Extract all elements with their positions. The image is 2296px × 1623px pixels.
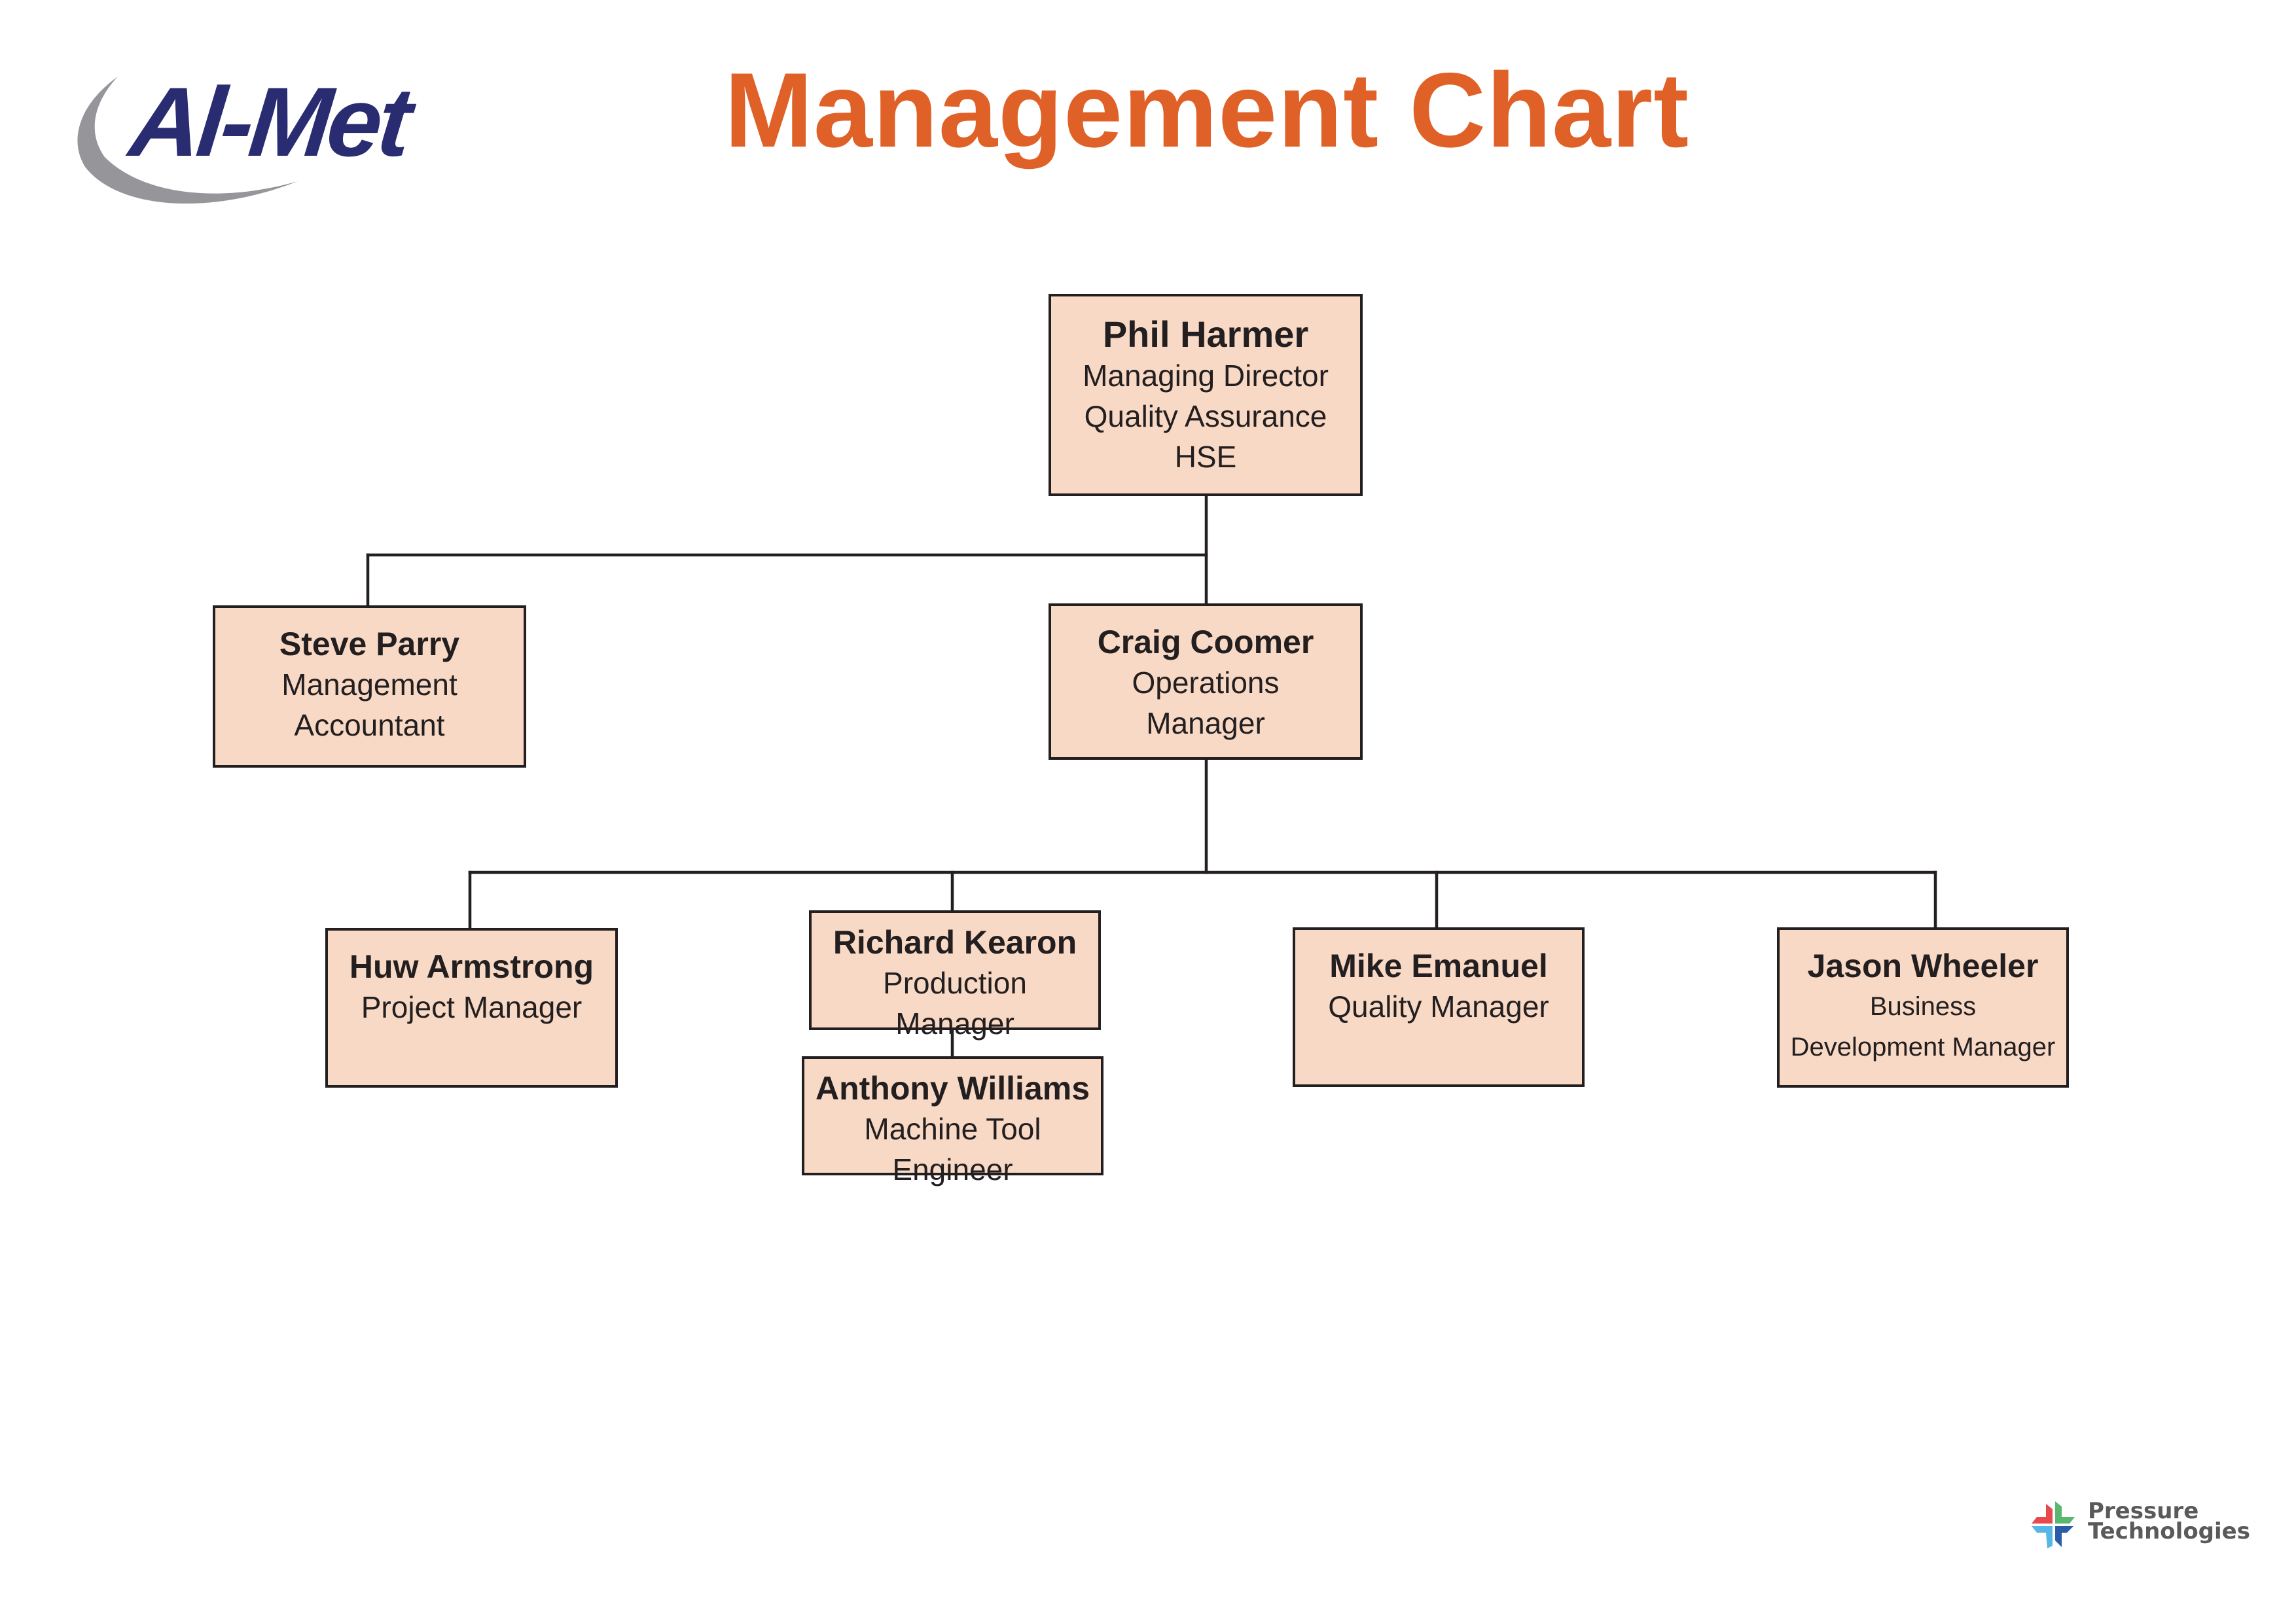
org-node-anthony-williams: Anthony Williams Machine Tool Engineer bbox=[802, 1056, 1103, 1186]
node-role: HSE bbox=[1174, 440, 1237, 474]
node-name: Steve Parry bbox=[279, 626, 460, 662]
node-role: Quality Assurance bbox=[1084, 399, 1327, 433]
node-role: Machine Tool bbox=[864, 1112, 1041, 1146]
org-node-jason-wheeler: Jason Wheeler Business Development Manag… bbox=[1777, 927, 2069, 1088]
pt-line2: Technologies bbox=[2088, 1518, 2250, 1544]
org-node-steve-parry: Steve Parry Management Accountant bbox=[213, 605, 526, 768]
node-role: Operations bbox=[1132, 666, 1280, 700]
org-node-craig-coomer: Craig Coomer Operations Manager bbox=[1049, 603, 1363, 760]
org-connectors bbox=[366, 493, 1937, 1058]
org-node-phil-harmer: Phil Harmer Managing Director Quality As… bbox=[1049, 294, 1363, 496]
node-name: Jason Wheeler bbox=[1807, 948, 2039, 984]
org-node-mike-emanuel: Mike Emanuel Quality Manager bbox=[1293, 927, 1585, 1087]
org-node-richard-kearon: Richard Kearon Production Manager bbox=[809, 910, 1101, 1041]
node-role: Production bbox=[883, 966, 1027, 1000]
org-node-huw-armstrong: Huw Armstrong Project Manager bbox=[325, 928, 618, 1088]
node-role: Business bbox=[1869, 992, 1977, 1021]
node-role: Development Manager bbox=[1790, 1033, 2056, 1061]
node-name: Mike Emanuel bbox=[1329, 948, 1548, 984]
node-name: Phil Harmer bbox=[1102, 313, 1309, 355]
node-name: Huw Armstrong bbox=[349, 948, 594, 985]
pressure-technologies-logo: Pressure Technologies bbox=[2028, 1499, 2250, 1558]
node-role: Manager bbox=[895, 1007, 1014, 1041]
pressure-technologies-text: Pressure Technologies bbox=[2088, 1500, 2250, 1544]
node-name: Anthony Williams bbox=[815, 1070, 1090, 1107]
node-name: Richard Kearon bbox=[833, 924, 1077, 961]
node-role: Management bbox=[281, 668, 457, 702]
node-role: Manager bbox=[1146, 706, 1265, 740]
node-role: Project Manager bbox=[361, 990, 583, 1024]
node-role: Managing Director bbox=[1083, 359, 1329, 393]
node-role: Engineer bbox=[892, 1152, 1013, 1186]
pressure-technologies-cross-icon bbox=[2032, 1501, 2075, 1548]
node-role: Accountant bbox=[294, 708, 445, 742]
node-name: Craig Coomer bbox=[1097, 624, 1314, 660]
node-role: Quality Manager bbox=[1328, 990, 1549, 1024]
